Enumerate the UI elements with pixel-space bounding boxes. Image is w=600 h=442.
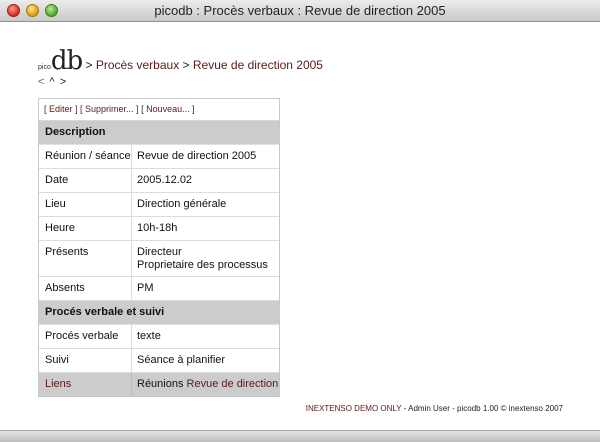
field-value: Séance à planifier xyxy=(137,354,226,366)
field-label: Suivi xyxy=(39,349,132,372)
page-content: picodb > Procès verbaux > Revue de direc… xyxy=(0,22,600,430)
breadcrumb-current-record[interactable]: Revue de direction 2005 xyxy=(193,58,323,72)
record-navigation: < ^ > xyxy=(38,76,67,88)
field-label: Absents xyxy=(39,277,132,300)
footer-text: - Admin User - picodb 1.00 © inextenso 2… xyxy=(401,404,563,413)
field-label: Réunion / séance xyxy=(39,145,132,168)
field-row-proces-verbale: Procés verbale texte xyxy=(39,325,279,349)
window-bottom-bar xyxy=(0,430,600,442)
record-actions: [ Editer ] [ Supprimer... ] [ Nouveau...… xyxy=(39,99,279,121)
field-label: Procés verbale xyxy=(39,325,132,348)
field-row-reunion: Réunion / séance Revue de direction 2005 xyxy=(39,145,279,169)
field-row-lieu: Lieu Direction générale xyxy=(39,193,279,217)
field-row-suivi: Suivi Séance à planifier xyxy=(39,349,279,373)
logo[interactable]: db xyxy=(51,46,83,76)
field-row-heure: Heure 10h-18h xyxy=(39,217,279,241)
field-row-presents: Présents Directeur Proprietaire des proc… xyxy=(39,241,279,277)
up-to-list-link[interactable]: ^ xyxy=(50,76,56,88)
title-bar[interactable]: picodb : Procès verbaux : Revue de direc… xyxy=(0,0,600,22)
footer: INEXTENSO DEMO ONLY - Admin User - picod… xyxy=(306,404,563,413)
field-value: 2005.12.02 xyxy=(137,174,193,186)
breadcrumb-separator: > xyxy=(82,58,96,72)
window-title: picodb : Procès verbaux : Revue de direc… xyxy=(154,3,446,18)
field-row-date: Date 2005.12.02 xyxy=(39,169,279,193)
links-value: Réunions Revue de direction xyxy=(132,373,279,396)
field-label: Date xyxy=(39,169,132,192)
logo-prefix: pico xyxy=(38,64,51,71)
links-label: Liens xyxy=(39,373,132,396)
breadcrumb-separator: > xyxy=(179,58,193,72)
links-row: Liens Réunions Revue de direction xyxy=(39,373,279,396)
new-link[interactable]: [ Nouveau... ] xyxy=(141,104,195,114)
field-value: texte xyxy=(137,330,161,342)
field-label: Heure xyxy=(39,217,132,240)
field-label: Lieu xyxy=(39,193,132,216)
record-table: [ Editer ] [ Supprimer... ] [ Nouveau...… xyxy=(38,98,280,397)
field-value: Direction générale xyxy=(137,198,227,210)
related-record-link[interactable]: Revue de direction xyxy=(187,378,279,390)
breadcrumb: > Procès verbaux > Revue de direction 20… xyxy=(82,58,323,72)
delete-link[interactable]: [ Supprimer... ] xyxy=(80,104,139,114)
field-row-absents: Absents PM xyxy=(39,277,279,301)
field-value-line: Proprietaire des processus xyxy=(137,259,268,271)
section-header-description: Description xyxy=(39,121,279,145)
field-label: Présents xyxy=(39,241,132,276)
field-value: Revue de direction 2005 xyxy=(137,150,257,162)
section-header-proces-verbale: Procés verbale et suivi xyxy=(39,301,279,325)
edit-link[interactable]: [ Editer ] xyxy=(44,104,78,114)
field-value: Directeur Proprietaire des processus xyxy=(132,241,279,276)
links-prefix: Réunions xyxy=(137,378,187,390)
field-value-line: Directeur xyxy=(137,246,182,258)
header: picodb > Procès verbaux > Revue de direc… xyxy=(38,48,323,74)
next-record-link[interactable]: > xyxy=(60,76,67,88)
previous-record-link[interactable]: < xyxy=(38,76,45,88)
app-window: picodb : Procès verbaux : Revue de direc… xyxy=(0,0,600,442)
field-value: PM xyxy=(137,282,154,294)
demo-notice: INEXTENSO DEMO ONLY xyxy=(305,404,402,413)
breadcrumb-proces-verbaux[interactable]: Procès verbaux xyxy=(96,58,179,72)
field-value: 10h-18h xyxy=(137,222,178,234)
